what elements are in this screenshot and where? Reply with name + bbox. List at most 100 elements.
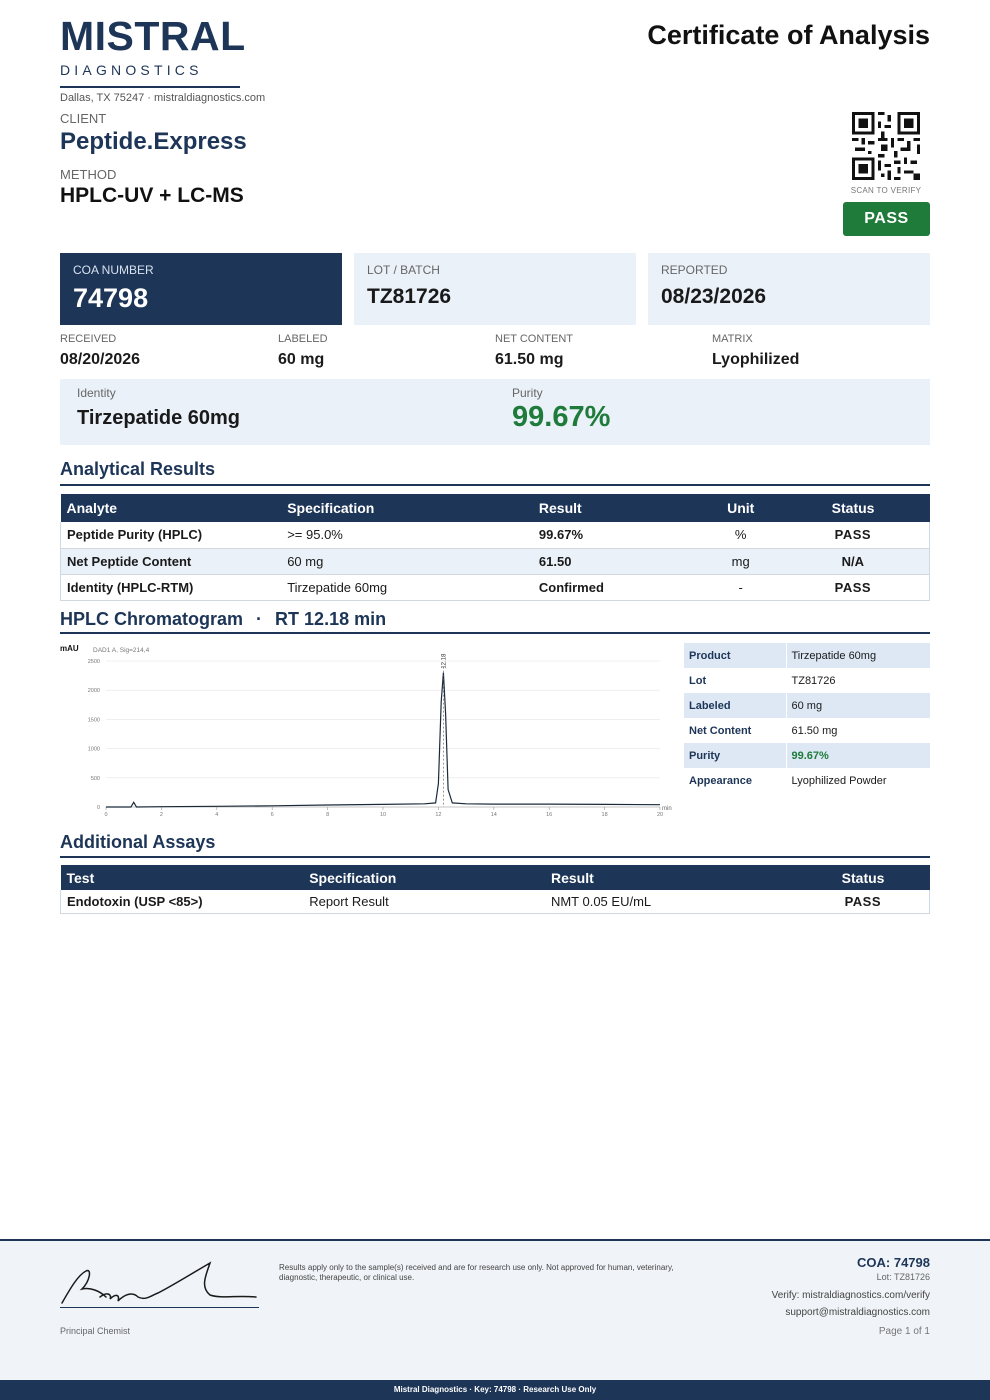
footer-lot: Lot: TZ81726 xyxy=(876,1272,930,1282)
info-label: Product xyxy=(684,643,787,668)
signature-label: Principal Chemist xyxy=(60,1326,131,1336)
info-row: Labeled 60 mg xyxy=(684,693,930,718)
info-row: Product Tirzepatide 60mg xyxy=(684,643,930,668)
brand-rule xyxy=(60,86,240,88)
column-header: Analyte xyxy=(60,494,282,522)
labeled-field: LABELED 60 mg xyxy=(278,333,328,369)
column-header: Result xyxy=(532,494,705,522)
purity-label: Purity xyxy=(512,386,543,400)
received-label: RECEIVED xyxy=(60,333,117,345)
column-header: Status xyxy=(776,494,930,522)
labeled-value: 60 mg xyxy=(278,351,325,368)
lot-batch-card: LOT / BATCH TZ81726 xyxy=(354,253,636,325)
x-tick-label: 6 xyxy=(271,812,274,818)
column-header: Specification xyxy=(281,494,533,522)
client-name: Peptide.Express xyxy=(60,128,247,155)
signature-line xyxy=(60,1307,259,1308)
analytical-results-table: Analyte Specification Result Unit Status… xyxy=(60,494,930,601)
brand-subtitle: DIAGNOSTICS xyxy=(60,62,203,78)
info-value: TZ81726 xyxy=(791,674,836,687)
support-email-link[interactable]: support@mistraldiagnostics.com xyxy=(772,1307,930,1318)
received-value: 08/20/2026 xyxy=(60,351,141,368)
table-cell: 61.50 xyxy=(532,548,705,575)
chromatogram-trace xyxy=(106,672,661,808)
brand-block: MISTRAL DIAGNOSTICS Dallas, TX 75247 · m… xyxy=(60,14,265,104)
table-cell: mg xyxy=(704,548,777,575)
product-info-table: Product Tirzepatide 60mg Lot TZ81726 Label… xyxy=(684,643,930,793)
disclaimer-text: Results apply only to the sample(s) rece… xyxy=(279,1263,674,1282)
table-row: Net Peptide Content 60 mg 61.50 mg N/A xyxy=(60,548,930,575)
table-row: Peptide Purity (HPLC) >= 95.0% 99.67% % … xyxy=(60,522,930,549)
matrix-value: Lyophilized xyxy=(712,351,800,368)
summary-cards: COA NUMBER 74798 LOT / BATCH TZ81726 REP… xyxy=(60,253,930,325)
column-header: Test xyxy=(60,865,304,890)
chromatogram-chart: mAU DAD1 A, Sig=214,4 0 500 1000 1500 2000 25… xyxy=(60,644,672,818)
x-tick-label: 4 xyxy=(215,812,218,818)
info-value: Lyophilized Powder xyxy=(791,774,887,787)
info-value: 60 mg xyxy=(786,693,930,718)
qr-code-icon[interactable] xyxy=(852,112,920,180)
table-row: Endotoxin (USP <85>) Report Result NMT 0… xyxy=(60,890,930,914)
section-rule xyxy=(60,484,930,486)
info-row: Net Content 61.50 mg xyxy=(684,718,930,743)
table-cell: 99.67% xyxy=(532,522,705,549)
x-tick-label: 12 xyxy=(435,812,441,818)
table-cell: - xyxy=(704,574,777,601)
x-tick-label: 18 xyxy=(602,812,608,818)
x-tick-label: 2 xyxy=(160,812,163,818)
coa-number-label: COA NUMBER xyxy=(73,263,154,277)
y-unit-label: mAU xyxy=(60,644,79,653)
info-label: Net Content xyxy=(684,718,787,743)
section-rule xyxy=(60,856,930,858)
analytical-results-title: Analytical Results xyxy=(60,459,216,479)
info-value: 61.50 mg xyxy=(791,724,838,737)
info-label: Purity xyxy=(684,743,787,768)
info-label: Appearance xyxy=(684,768,787,793)
received-field: RECEIVED 08/20/2026 xyxy=(60,333,140,369)
identity-value: Tirzepatide 60mg xyxy=(77,407,241,429)
x-tick-label: 16 xyxy=(546,812,552,818)
lot-batch-label: LOT / BATCH xyxy=(367,263,440,277)
retention-time: RT 12.18 min xyxy=(275,609,387,629)
column-header: Specification xyxy=(303,865,545,890)
table-cell: % xyxy=(704,522,777,549)
method-value: HPLC-UV + LC-MS xyxy=(60,184,244,207)
signature-image xyxy=(61,1261,257,1304)
purity-value: 99.67% xyxy=(512,401,611,433)
scan-to-verify-label: SCAN TO VERIFY xyxy=(850,186,922,195)
chromatogram-title-text: HPLC Chromatogram xyxy=(60,609,244,629)
table-cell: Tirzepatide 60mg xyxy=(281,574,533,601)
method-label: METHOD xyxy=(60,167,117,182)
table-cell: Peptide Purity (HPLC) xyxy=(60,522,282,549)
table-cell: NMT 0.05 EU/mL xyxy=(544,890,797,914)
info-value: 99.67% xyxy=(786,743,930,768)
table-cell: Net Peptide Content xyxy=(60,548,282,575)
y-tick-label: 2000 xyxy=(88,688,100,694)
info-row: Purity 99.67% xyxy=(684,743,930,768)
status-badge: PASS xyxy=(843,202,930,236)
info-row: Lot TZ81726 xyxy=(684,668,930,693)
coa-number-card: COA NUMBER 74798 xyxy=(60,253,342,325)
verify-link[interactable]: Verify: mistraldiagnostics.com/verify xyxy=(772,1290,930,1301)
table-cell: >= 95.0% xyxy=(281,522,533,549)
x-tick-label: 20 xyxy=(657,812,663,818)
table-header-row: Analyte Specification Result Unit Status xyxy=(60,494,930,522)
status-cell: PASS xyxy=(776,574,930,601)
info-label: Labeled xyxy=(684,693,787,718)
y-tick-label: 500 xyxy=(91,776,100,782)
reported-value: 08/23/2026 xyxy=(661,285,767,308)
x-tick-label: 10 xyxy=(380,812,386,818)
additional-assays-title: Additional Assays xyxy=(60,832,216,852)
x-tick-label: 0 xyxy=(104,812,107,818)
reported-card: REPORTED 08/23/2026 xyxy=(648,253,930,325)
page-number: Page 1 of 1 xyxy=(878,1326,930,1337)
peak-label: 12.18 xyxy=(441,653,447,669)
bottom-bar: Mistral Diagnostics · Key: 74798 · Resea… xyxy=(0,1380,990,1400)
column-header: Unit xyxy=(704,494,777,522)
column-header: Result xyxy=(544,865,797,890)
brand-address: Dallas, TX 75247 · mistraldiagnostics.co… xyxy=(60,92,266,104)
additional-assays-table: Test Specification Result Status Endotox… xyxy=(60,865,930,914)
footer-coa-number: COA: 74798 xyxy=(857,1255,930,1270)
footer: Principal Chemist Results apply only to … xyxy=(0,1239,990,1400)
signal-label: DAD1 A, Sig=214,4 xyxy=(93,647,150,654)
